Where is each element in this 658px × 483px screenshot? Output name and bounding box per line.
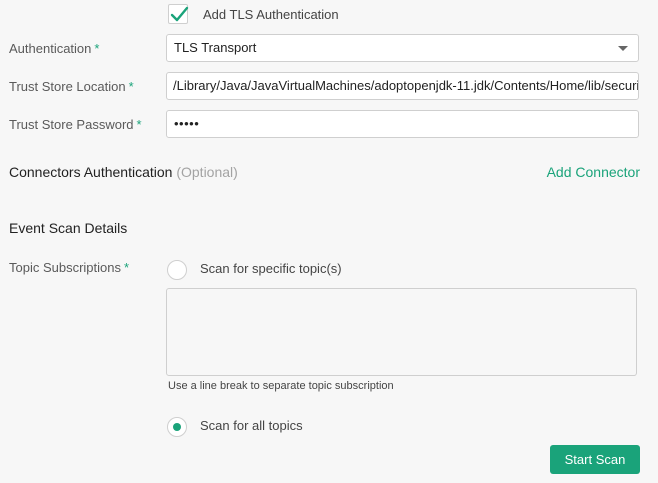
connectors-auth-title: Connectors Authentication (Optional) <box>9 164 238 180</box>
required-mark: * <box>128 79 134 94</box>
trust-store-location-label: Trust Store Location * <box>9 79 134 94</box>
scan-all-radio[interactable] <box>167 417 187 437</box>
event-scan-title: Event Scan Details <box>9 220 128 236</box>
scan-specific-label: Scan for specific topic(s) <box>200 261 342 276</box>
topic-subscriptions-label-text: Topic Subscriptions <box>9 260 121 275</box>
topic-hint: Use a line break to separate topic subsc… <box>168 380 394 392</box>
scan-all-label: Scan for all topics <box>200 418 303 433</box>
trust-store-password-input[interactable]: ••••• <box>166 110 639 138</box>
trust-store-location-value: /Library/Java/JavaVirtualMachines/adopto… <box>173 78 638 93</box>
radio-dot <box>173 423 181 431</box>
trust-store-password-label-text: Trust Store Password <box>9 117 134 132</box>
scan-specific-radio[interactable] <box>167 260 187 280</box>
authentication-select-value: TLS Transport <box>174 40 257 55</box>
tls-checkbox-label: Add TLS Authentication <box>203 7 339 22</box>
trust-store-location-input[interactable]: /Library/Java/JavaVirtualMachines/adopto… <box>166 72 639 100</box>
authentication-label: Authentication * <box>9 41 99 56</box>
trust-store-password-value: ••••• <box>174 116 200 131</box>
add-connector-link[interactable]: Add Connector <box>547 164 640 180</box>
topic-subscriptions-textarea[interactable] <box>166 288 637 376</box>
trust-store-location-label-text: Trust Store Location <box>9 79 126 94</box>
topic-subscriptions-label: Topic Subscriptions * <box>9 260 129 275</box>
caret-down-icon <box>618 46 628 51</box>
authentication-label-text: Authentication <box>9 41 92 56</box>
authentication-select[interactable]: TLS Transport <box>166 34 639 62</box>
checkmark-icon <box>170 6 189 22</box>
required-mark: * <box>124 260 130 275</box>
required-mark: * <box>136 117 142 132</box>
optional-tag: (Optional) <box>176 164 238 180</box>
connectors-auth-title-text: Connectors Authentication <box>9 164 173 180</box>
tls-checkbox[interactable] <box>168 4 189 24</box>
trust-store-password-label: Trust Store Password * <box>9 117 142 132</box>
start-scan-button[interactable]: Start Scan <box>550 445 640 474</box>
required-mark: * <box>94 41 100 56</box>
